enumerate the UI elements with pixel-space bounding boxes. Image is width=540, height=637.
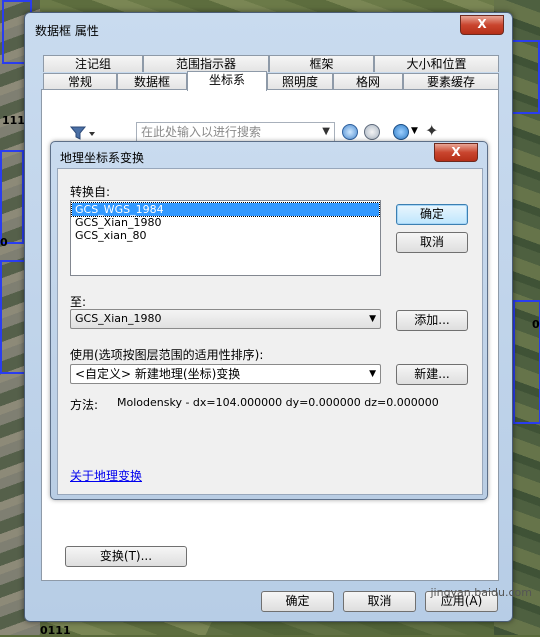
clear-search-icon[interactable] [364, 124, 380, 140]
dialog-ok-button[interactable]: 确定 [396, 204, 468, 225]
map-label: 0111 [40, 624, 71, 637]
list-item[interactable]: GCS_Xian_1980 [72, 216, 379, 229]
globe-icon[interactable] [393, 124, 409, 140]
transform-button[interactable]: 变换(T)... [65, 546, 187, 567]
add-favorite-icon[interactable]: ✦ [425, 121, 438, 140]
dialog-title: 地理坐标系变换 [60, 151, 145, 165]
tab-feature-cache[interactable]: 要素缓存 [403, 73, 499, 90]
search-placeholder: 在此处输入以进行搜索 [141, 125, 262, 139]
chevron-down-icon[interactable]: ▼ [411, 126, 418, 136]
tab-extent-indicators[interactable]: 范围指示器 [143, 55, 269, 72]
method-row: 方法: Molodensky - dx=104.000000 dy=0.0000… [70, 396, 439, 413]
map-label: 0 [532, 318, 540, 331]
tab-annotation-groups[interactable]: 注记组 [43, 55, 143, 72]
new-button[interactable]: 新建... [396, 364, 468, 385]
chevron-down-icon: ▼ [369, 314, 376, 324]
chevron-down-icon: ▼ [369, 369, 376, 379]
convert-from-label: 转换自: [70, 185, 111, 199]
filter-button[interactable] [69, 125, 96, 141]
parcel-outline [0, 260, 26, 374]
geo-transformation-dialog: 地理坐标系变换 X 转换自: GCS_WGS_1984 GCS_Xian_198… [50, 141, 488, 500]
cancel-button[interactable]: 取消 [343, 591, 416, 612]
list-item[interactable]: GCS_WGS_1984 [71, 202, 380, 217]
using-label: 使用(选项按图层范围的适用性排序): [70, 348, 264, 362]
convert-from-list[interactable]: GCS_WGS_1984 GCS_Xian_1980 GCS_xian_80 [70, 200, 381, 276]
tab-frame[interactable]: 框架 [269, 55, 374, 72]
to-select[interactable]: GCS_Xian_1980 ▼ [70, 309, 381, 329]
tab-size-position[interactable]: 大小和位置 [374, 55, 499, 72]
search-icon[interactable] [342, 124, 358, 140]
using-select[interactable]: <自定义> 新建地理(坐标)变换 ▼ [70, 364, 381, 384]
to-value: GCS_Xian_1980 [75, 312, 162, 325]
about-geo-transformations-link[interactable]: 关于地理变换 [70, 467, 142, 484]
list-item[interactable]: GCS_xian_80 [72, 229, 379, 242]
to-label: 至: [70, 295, 87, 309]
watermark: jingyan.baidu.com [430, 586, 532, 599]
tab-row-top: 注记组 范围指示器 框架 大小和位置 [43, 55, 499, 73]
filter-icon [69, 126, 95, 140]
method-label: 方法: [70, 398, 99, 412]
window-title: 数据框 属性 [35, 24, 99, 38]
dialog-cancel-button[interactable]: 取消 [396, 232, 468, 253]
parcel-outline [0, 150, 24, 244]
tab-data-frame[interactable]: 数据框 [117, 73, 187, 90]
map-label: 0 [0, 236, 8, 249]
window-close-button[interactable]: X [460, 15, 504, 35]
dialog-body: 转换自: GCS_WGS_1984 GCS_Xian_1980 GCS_xian… [57, 168, 483, 495]
add-button[interactable]: 添加... [396, 310, 468, 331]
tab-coordinate-system[interactable]: 坐标系 [187, 71, 267, 91]
ok-button[interactable]: 确定 [261, 591, 334, 612]
method-value: Molodensky - dx=104.000000 dy=0.000000 d… [117, 396, 439, 409]
tab-illumination[interactable]: 照明度 [267, 73, 333, 90]
tab-grids[interactable]: 格网 [333, 73, 403, 90]
using-value: <自定义> 新建地理(坐标)变换 [75, 367, 241, 381]
search-input[interactable]: 在此处输入以进行搜索 ▼ [136, 122, 335, 142]
tab-general[interactable]: 常规 [43, 73, 117, 90]
chevron-down-icon[interactable]: ▼ [322, 123, 330, 141]
dialog-close-button[interactable]: X [434, 143, 478, 162]
